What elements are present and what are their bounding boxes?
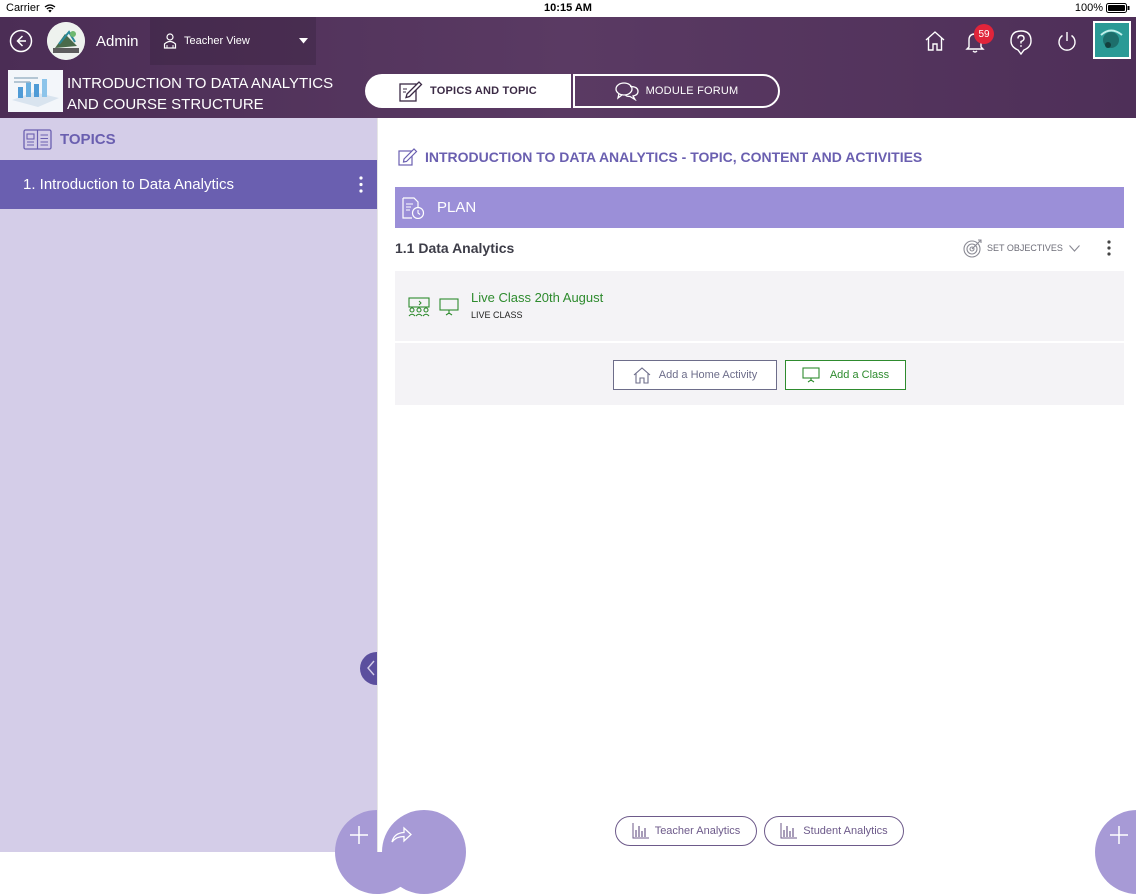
sidebar-heading: TOPICS — [0, 118, 377, 160]
page-title: INTRODUCTION TO DATA ANALYTICS - TOPIC, … — [425, 149, 923, 165]
plus-icon — [1110, 826, 1128, 844]
course-title: INTRODUCTION TO DATA ANALYTICS AND COURS… — [67, 75, 334, 113]
notification-badge: 59 — [974, 24, 994, 44]
sidebar-item-label: 1. Introduction to Data Analytics — [23, 176, 234, 193]
plan-bar[interactable]: PLAN — [395, 187, 1124, 228]
clock: 10:15 AM — [544, 2, 592, 14]
group-icon — [408, 297, 430, 317]
edit-icon — [399, 81, 423, 102]
bar-chart-icon — [632, 823, 649, 839]
plan-label: PLAN — [437, 199, 477, 216]
logout-button[interactable] — [1055, 29, 1079, 53]
button-label: Add a Class — [829, 369, 890, 381]
add-class-button[interactable]: Add a Class — [785, 360, 906, 390]
sidebar-title: TOPICS — [60, 130, 116, 148]
back-button[interactable] — [9, 29, 33, 53]
activity-title[interactable]: Live Class 20th August — [471, 290, 603, 305]
battery-icon — [1106, 3, 1130, 13]
add-home-activity-button[interactable]: Add a Home Activity — [613, 360, 777, 390]
target-icon — [963, 239, 982, 258]
set-objectives-dropdown[interactable]: SET OBJECTIVES — [963, 238, 1080, 258]
view-selector[interactable]: Teacher View — [150, 17, 316, 65]
sidebar-item-introduction[interactable]: 1. Introduction to Data Analytics — [0, 160, 377, 209]
set-objectives-label: SET OBJECTIVES — [987, 243, 1063, 253]
presentation-icon — [802, 367, 820, 383]
main-content: INTRODUCTION TO DATA ANALYTICS - TOPIC, … — [377, 118, 1136, 894]
activity-card[interactable]: Live Class 20th August LIVE CLASS — [395, 271, 1124, 341]
chevron-down-icon — [1068, 244, 1080, 252]
bar-chart-icon — [780, 823, 798, 839]
profile-icon — [1095, 23, 1129, 57]
battery-indicator: 100% — [1075, 2, 1130, 14]
power-icon — [1058, 32, 1076, 51]
add-activity-area: Add a Home Activity Add a Class — [395, 343, 1124, 405]
presentation-icon — [439, 298, 459, 316]
app-header: Admin Teacher View 59 INTRODUCTION TO DA… — [0, 17, 1136, 118]
topics-icon — [23, 128, 52, 150]
avatar-image — [47, 22, 85, 60]
user-name[interactable]: Admin — [96, 33, 139, 50]
activity-type: LIVE CLASS — [471, 310, 523, 320]
button-label: Teacher Analytics — [654, 825, 741, 837]
collapse-icon — [367, 660, 375, 676]
topics-sidebar: TOPICS 1. Introduction to Data Analytics — [0, 118, 419, 894]
house-icon — [633, 366, 651, 384]
view-selector-label: Teacher View — [184, 35, 250, 47]
share-icon — [391, 826, 412, 843]
add-content-button[interactable] — [1095, 810, 1136, 894]
section-title: 1.1 Data Analytics — [395, 240, 515, 256]
course-thumbnail — [8, 70, 63, 112]
tab-label: TOPICS AND TOPIC — [430, 85, 537, 97]
student-analytics-button[interactable]: Student Analytics — [764, 816, 904, 846]
plus-icon — [350, 826, 368, 844]
battery-label: 100% — [1074, 2, 1103, 14]
content-title: INTRODUCTION TO DATA ANALYTICS - TOPIC, … — [398, 148, 922, 166]
help-button[interactable] — [1009, 29, 1033, 55]
back-icon — [9, 29, 33, 53]
chat-icon — [614, 82, 639, 101]
teacher-icon — [163, 33, 177, 49]
dropdown-icon — [299, 38, 308, 44]
profile-button[interactable] — [1093, 21, 1131, 59]
help-icon — [1010, 30, 1032, 55]
edit-icon — [398, 148, 418, 166]
tab-topics-and-topic[interactable]: TOPICS AND TOPIC — [365, 74, 571, 108]
button-label: Student Analytics — [803, 825, 888, 837]
tab-module-forum[interactable]: MODULE FORUM — [573, 74, 780, 108]
more-icon[interactable] — [1107, 240, 1111, 256]
button-label: Add a Home Activity — [658, 369, 758, 381]
more-icon[interactable] — [359, 176, 363, 193]
status-bar: Carrier 10:15 AM 100% — [0, 0, 1136, 17]
teacher-analytics-button[interactable]: Teacher Analytics — [615, 816, 757, 846]
home-icon — [925, 31, 945, 51]
tab-label: MODULE FORUM — [645, 85, 739, 97]
share-button[interactable] — [382, 810, 466, 894]
plan-icon — [402, 196, 425, 219]
home-button[interactable] — [923, 29, 947, 53]
avatar[interactable] — [47, 22, 85, 60]
